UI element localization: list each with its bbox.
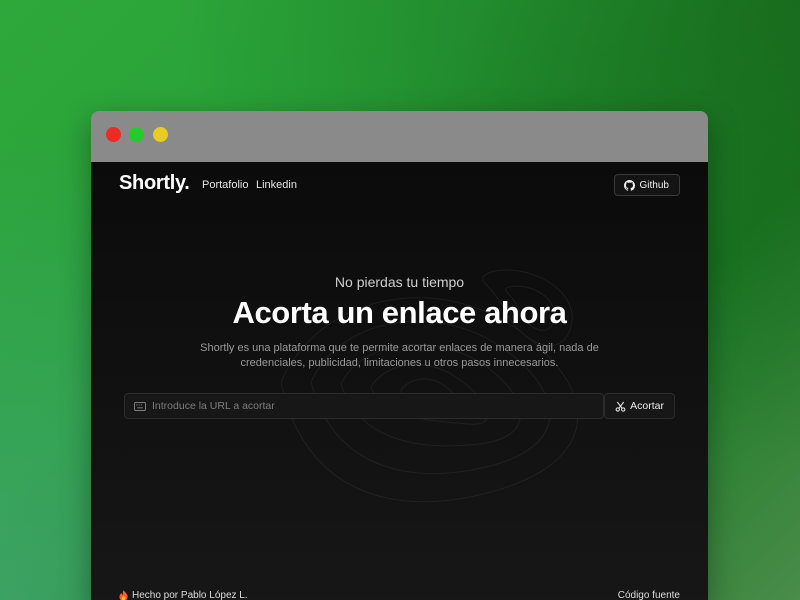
hero-eyebrow: No pierdas tu tiempo [334,274,465,290]
flame-icon [119,590,128,600]
hero-section: No pierdas tu tiempo Acorta un enlace ah… [91,274,708,371]
maximize-window-button[interactable] [129,127,144,142]
nav-link-linkedin[interactable]: Linkedin [256,179,297,191]
footer-credit: Hecho por Pablo López L. [119,590,248,600]
nav-link-portafolio[interactable]: Portafolio [202,179,248,191]
window-titlebar [91,111,708,162]
shorten-button[interactable]: Acortar [604,393,675,419]
hero-description: Shortly es una plataforma que te permite… [200,342,599,369]
github-button-label: Github [639,179,669,191]
github-icon [623,179,635,191]
keyboard-icon [134,401,146,411]
minimize-window-button[interactable] [153,127,168,142]
hero-headline: Acorta un enlace ahora [232,295,567,330]
url-input-field[interactable] [124,393,604,419]
shorten-button-label: Acortar [630,400,664,412]
browser-window: Shortly. Portafolio Linkedin Github No p… [91,111,708,600]
site-logo[interactable]: Shortly. [119,172,190,195]
source-code-link[interactable]: Código fuente [618,590,680,600]
close-window-button[interactable] [106,127,121,142]
page-content: Shortly. Portafolio Linkedin Github No p… [91,162,708,600]
top-navigation: Shortly. Portafolio Linkedin Github [119,172,680,200]
url-input[interactable] [152,400,572,412]
scissors-icon [615,401,626,412]
shorten-form: Acortar [124,393,675,419]
footer-credit-text[interactable]: Hecho por Pablo López L. [132,590,248,600]
github-button[interactable]: Github [613,174,680,196]
